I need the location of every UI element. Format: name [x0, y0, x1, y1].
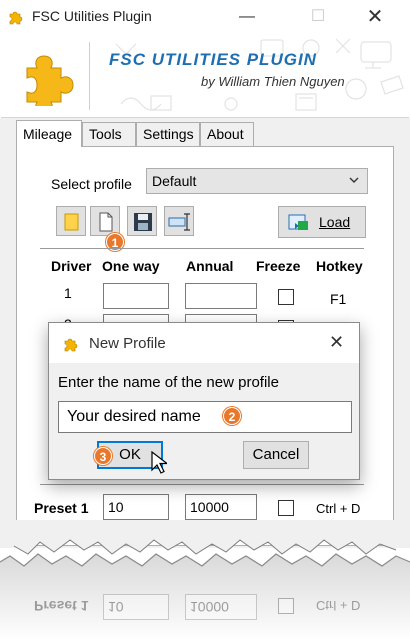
save-icon: [134, 213, 152, 231]
header-hotkey: Hotkey: [316, 258, 363, 274]
plugin-name: FSC UTILITIES PLUGIN: [109, 50, 317, 69]
rename-profile-button[interactable]: [164, 206, 194, 236]
header-banner: FSC UTILITIES PLUGIN by William Thien Ng…: [1, 34, 409, 118]
author-credit: by William Thien Nguyen: [201, 74, 345, 89]
open-folder-icon: [64, 213, 79, 231]
header-freeze: Freeze: [256, 258, 301, 274]
divider-bottom: [40, 484, 364, 485]
header-annual: Annual: [186, 258, 234, 274]
new-profile-dialog: New Profile ✕ Enter the name of the new …: [48, 322, 360, 480]
select-profile-label: Select profile: [51, 176, 132, 192]
reflection-hotkey-text: Ctrl + D: [316, 598, 361, 613]
new-profile-button[interactable]: [90, 206, 120, 236]
minimize-icon: —: [239, 8, 255, 25]
cancel-button[interactable]: Cancel: [243, 441, 309, 469]
dialog-title-bar: New Profile ✕: [49, 323, 359, 363]
header-driver: Driver: [51, 258, 92, 274]
header-one-way: One way: [102, 258, 160, 274]
reflection-checkbox: [278, 598, 294, 614]
load-label: Load: [319, 214, 351, 230]
maximize-icon: ☐: [310, 8, 326, 25]
hotkey-text: F1: [330, 291, 347, 307]
save-profile-button[interactable]: [127, 206, 157, 236]
dialog-prompt: Enter the name of the new profile: [58, 374, 279, 391]
puzzle-dialog-icon: [64, 338, 78, 352]
open-profile-button[interactable]: [56, 206, 86, 236]
maximize-button[interactable]: ☐: [295, 0, 341, 34]
freeze-checkbox[interactable]: [278, 289, 294, 305]
annual-field[interactable]: [185, 283, 257, 309]
close-icon: ✕: [366, 6, 384, 28]
preset-label: Preset 1: [34, 500, 89, 516]
cancel-label: Cancel: [252, 446, 300, 463]
ok-label: OK: [119, 446, 141, 463]
dialog-title: New Profile: [89, 335, 166, 352]
banner-divider: [89, 42, 90, 110]
step-badge-3: 3: [94, 447, 112, 465]
rename-icon: [168, 213, 190, 231]
torn-paper-effect: Preset 1 10 10000 Ctrl + D: [0, 520, 410, 641]
profile-name-input[interactable]: Your desired name: [58, 401, 352, 433]
puzzle-app-icon: [9, 11, 23, 25]
reflection-one-way-field: 10: [103, 594, 169, 620]
chevron-down-icon: [349, 177, 359, 183]
reflection-annual-field: 10000: [185, 594, 257, 620]
divider-top: [40, 248, 364, 249]
minimize-button[interactable]: —: [224, 0, 270, 34]
load-button[interactable]: Load: [278, 206, 366, 238]
tab-tools[interactable]: Tools: [82, 122, 136, 146]
reflection-preset-label: Preset 1: [34, 598, 89, 614]
preset-hotkey-text: Ctrl + D: [316, 501, 361, 516]
title-bar: FSC Utilities Plugin — ☐ ✕: [0, 0, 410, 34]
preset-freeze-checkbox[interactable]: [278, 500, 294, 516]
dialog-close-icon[interactable]: ✕: [329, 332, 344, 353]
mouse-cursor-icon: [151, 451, 167, 474]
window-title: FSC Utilities Plugin: [32, 8, 152, 24]
one-way-field[interactable]: [103, 283, 169, 309]
preset-one-way-field[interactable]: 10: [103, 494, 169, 520]
tab-about[interactable]: About: [200, 122, 254, 146]
tab-mileage[interactable]: Mileage: [16, 120, 82, 147]
tab-settings[interactable]: Settings: [136, 122, 200, 146]
profile-name-value: Your desired name: [67, 408, 201, 425]
profile-select-value: Default: [152, 173, 197, 189]
torn-edge-shape: [0, 520, 410, 641]
puzzle-piece-icon: [26, 55, 74, 106]
profile-select[interactable]: Default: [146, 168, 368, 194]
preset-reflection: Preset 1 10 10000 Ctrl + D: [34, 590, 394, 620]
close-button[interactable]: ✕: [352, 0, 398, 34]
step-badge-2: 2: [223, 407, 241, 425]
driver-number: 1: [64, 285, 72, 301]
load-icon: [288, 214, 308, 230]
new-file-icon: [99, 212, 113, 232]
preset-annual-field[interactable]: 10000: [185, 494, 257, 520]
